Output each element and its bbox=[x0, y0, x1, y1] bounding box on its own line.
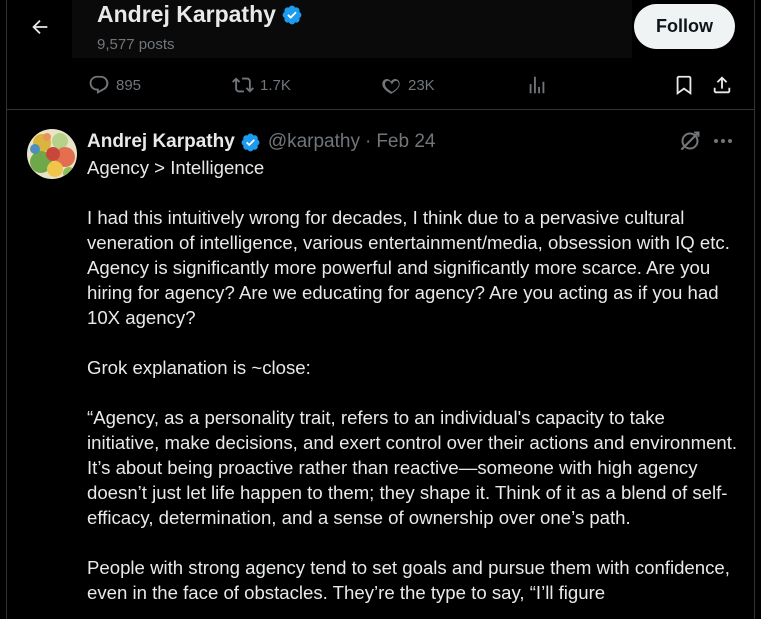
more-button[interactable] bbox=[711, 129, 735, 153]
separator-dot: · bbox=[364, 131, 372, 152]
like-button[interactable]: 23K bbox=[380, 62, 435, 108]
reply-count: 895 bbox=[116, 76, 142, 94]
heart-icon bbox=[382, 79, 400, 94]
verified-badge-icon bbox=[282, 5, 302, 24]
reply-button[interactable]: 895 bbox=[88, 62, 141, 108]
bookmark-icon bbox=[676, 75, 692, 96]
tweet-header: Andrej Karpathy @karpathy · Feb 24 bbox=[87, 130, 435, 154]
profile-header: Andrej Karpathy 9,577 posts Follow bbox=[0, 0, 761, 60]
header-names: Andrej Karpathy 9,577 posts bbox=[72, 0, 632, 58]
back-button[interactable] bbox=[22, 9, 58, 45]
views-icon bbox=[529, 76, 545, 94]
bookmark-button[interactable] bbox=[673, 62, 695, 108]
repost-button[interactable]: 1.7K bbox=[232, 62, 291, 108]
views-button[interactable] bbox=[526, 62, 548, 108]
avatar-image bbox=[27, 129, 77, 179]
share-icon bbox=[713, 76, 731, 94]
page-title: Andrej Karpathy bbox=[97, 1, 303, 28]
avatar[interactable] bbox=[27, 129, 77, 179]
profile-name: Andrej Karpathy bbox=[97, 1, 276, 27]
tweet-paragraph: Grok explanation is ~close: bbox=[87, 357, 311, 378]
tweet-date[interactable]: Feb 24 bbox=[376, 131, 435, 153]
tweet-text: Agency > Intelligence I had this intuiti… bbox=[87, 155, 742, 619]
tweet-paragraph: I had this intuitively wrong for decades… bbox=[87, 207, 730, 328]
repost-count: 1.7K bbox=[260, 76, 291, 94]
author-name[interactable]: Andrej Karpathy bbox=[87, 131, 235, 153]
more-icon bbox=[714, 139, 732, 143]
like-count: 23K bbox=[408, 76, 435, 94]
follow-button[interactable]: Follow bbox=[634, 4, 735, 49]
repost-icon bbox=[232, 77, 254, 93]
post-count: 9,577 posts bbox=[97, 36, 175, 53]
grok-button[interactable] bbox=[678, 129, 702, 153]
reply-icon bbox=[89, 75, 109, 94]
share-button[interactable] bbox=[711, 62, 733, 108]
grok-icon bbox=[680, 131, 700, 151]
tweet-paragraph: Agency > Intelligence bbox=[87, 157, 265, 178]
author-handle[interactable]: @karpathy bbox=[268, 131, 360, 153]
verified-badge-icon bbox=[241, 133, 260, 151]
tweet-page: Andrej Karpathy 9,577 posts Follow 895 1… bbox=[0, 0, 761, 619]
action-bar: 895 1.7K 23K bbox=[6, 62, 755, 110]
tweet-paragraph: “Agency, as a personality trait, refers … bbox=[87, 407, 738, 528]
tweet-paragraph: People with strong agency tend to set go… bbox=[87, 557, 730, 603]
arrow-left-icon bbox=[32, 19, 48, 35]
